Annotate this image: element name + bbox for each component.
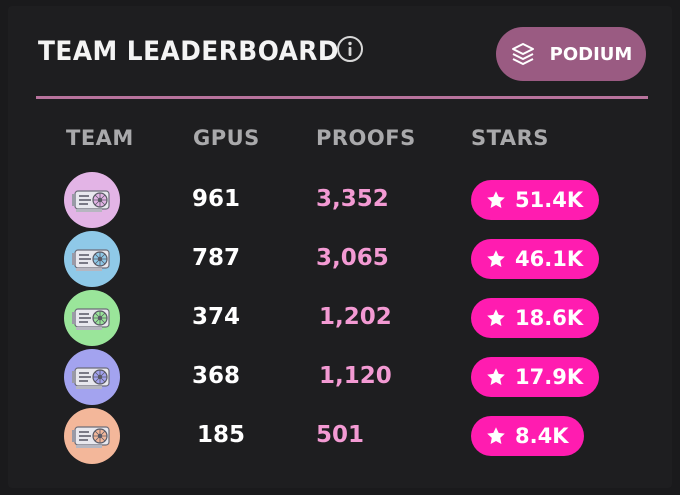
star-icon (487, 250, 505, 267)
gpu-card-icon (64, 290, 120, 346)
gpus-value: 787 (192, 245, 241, 271)
stars-value: 8.4K (515, 424, 569, 448)
leaderboard-row[interactable]: 368 1,120 17.9K (8, 349, 672, 405)
leaderboard-row[interactable]: 185 501 8.4K (8, 408, 672, 464)
team-avatar[interactable] (64, 349, 120, 405)
leaderboard-row[interactable]: 374 1,202 18.6K (8, 290, 672, 346)
column-header-stars[interactable]: STARS (471, 126, 549, 150)
podium-button[interactable]: PODIUM (496, 27, 646, 81)
proofs-value: 1,120 (319, 363, 392, 389)
team-avatar[interactable] (64, 408, 120, 464)
leaderboard-title: TEAM LEADERBOARD (38, 36, 339, 67)
info-icon[interactable] (336, 35, 364, 63)
layers-icon (511, 43, 534, 65)
gpu-card-icon (64, 231, 120, 287)
stars-value: 17.9K (515, 365, 584, 389)
stars-badge: 17.9K (471, 357, 600, 397)
proofs-value: 1,202 (319, 304, 392, 330)
team-avatar[interactable] (64, 231, 120, 287)
star-icon (487, 309, 505, 326)
stars-badge: 8.4K (471, 416, 585, 456)
stars-value: 51.4K (515, 188, 584, 212)
column-header-gpus[interactable]: GPUS (193, 126, 260, 150)
star-icon (487, 368, 505, 385)
leaderboard-row[interactable]: 787 3,065 46.1K (8, 231, 672, 287)
leaderboard-row[interactable]: 961 3,352 51.4K (8, 172, 672, 228)
stars-badge: 51.4K (471, 180, 600, 220)
stars-badge: 18.6K (471, 298, 600, 338)
proofs-value: 3,352 (316, 186, 389, 212)
gpu-card-icon (64, 172, 120, 228)
stars-badge: 46.1K (471, 239, 600, 279)
column-header-proofs[interactable]: PROOFS (316, 126, 416, 150)
team-avatar[interactable] (64, 290, 120, 346)
team-avatar[interactable] (64, 172, 120, 228)
gpu-card-icon (64, 408, 120, 464)
star-icon (487, 191, 505, 208)
gpus-value: 961 (192, 186, 241, 212)
stars-value: 18.6K (515, 306, 584, 330)
gpu-card-icon (64, 349, 120, 405)
column-header-team[interactable]: TEAM (66, 126, 134, 150)
stars-value: 46.1K (515, 247, 584, 271)
leaderboard-panel: TEAM LEADERBOARD PODIUM TEAM GPUS PROOFS… (8, 6, 672, 488)
gpus-value: 374 (192, 304, 241, 330)
podium-button-label: PODIUM (549, 43, 633, 65)
proofs-value: 501 (316, 422, 365, 448)
gpus-value: 368 (192, 363, 241, 389)
gpus-value: 185 (197, 422, 246, 448)
star-icon (487, 427, 505, 444)
proofs-value: 3,065 (316, 245, 389, 271)
header-divider (36, 96, 648, 99)
